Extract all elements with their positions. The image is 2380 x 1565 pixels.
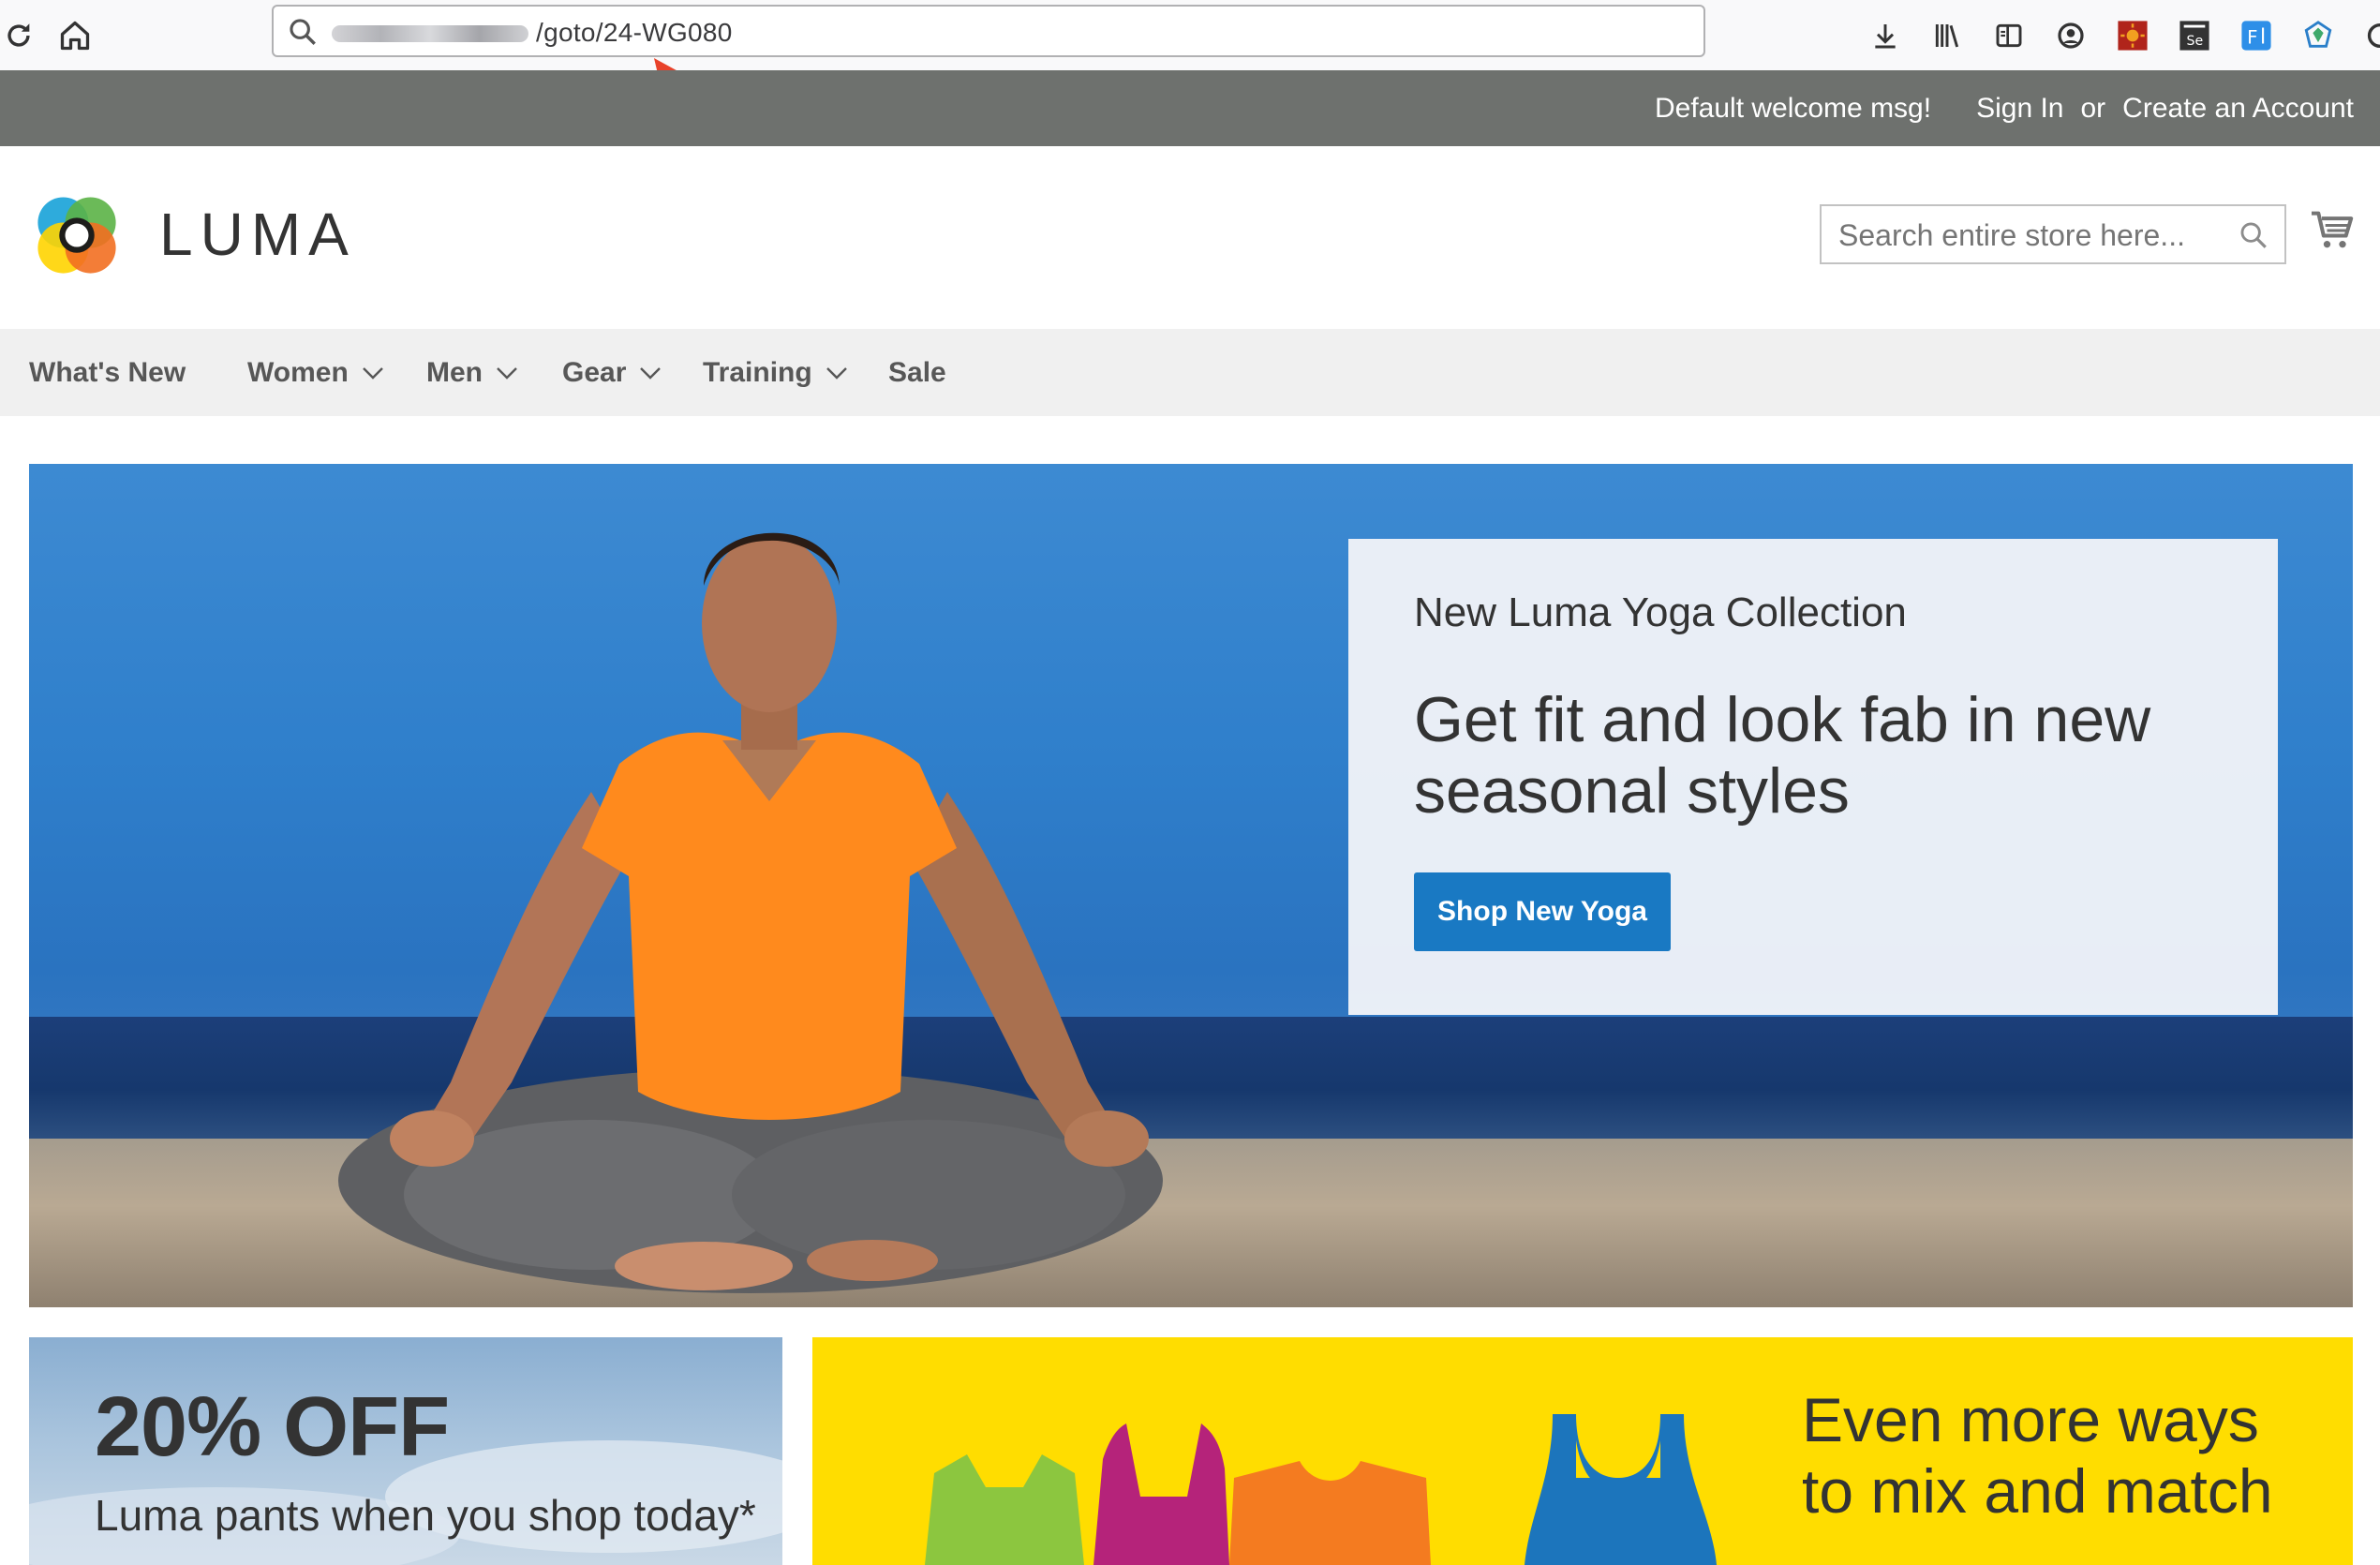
extension-sun-icon[interactable] [2114, 17, 2151, 54]
browser-toolbar: /goto/24-WG080 Se F [0, 0, 2380, 71]
redacted-domain [332, 25, 528, 42]
promo-tile-pants[interactable]: 20% OFF Luma pants when you shop today* [29, 1337, 782, 1565]
selenium-ide-icon[interactable]: Se [2176, 17, 2213, 54]
cart-icon [2312, 211, 2354, 248]
nav-item-training[interactable]: Training [703, 329, 848, 416]
home-icon [60, 21, 90, 51]
hero-promo-card: New Luma Yoga Collection Get fit and loo… [1348, 539, 2278, 1015]
promo-description: Luma pants when you shop today* [95, 1491, 756, 1540]
promo-discount: 20% OFF [95, 1380, 450, 1474]
home-button[interactable] [49, 9, 101, 62]
hero-banner[interactable]: New Luma Yoga Collection Get fit and loo… [29, 464, 2353, 1307]
search-icon [290, 19, 316, 45]
url-text: /goto/24-WG080 [536, 18, 733, 47]
chevron-down-icon [826, 366, 847, 380]
nav-item-sale[interactable]: Sale [888, 329, 946, 416]
account-icon[interactable] [2052, 17, 2090, 54]
search-icon[interactable] [2238, 219, 2269, 251]
store-search [1820, 204, 2286, 264]
nav-label: What's New [29, 356, 186, 388]
nav-label: Men [426, 356, 483, 388]
download-icon[interactable] [1867, 17, 1904, 54]
minicart-button[interactable] [2310, 210, 2355, 256]
welcome-message: Default welcome msg! [1654, 92, 1932, 124]
reload-button[interactable] [0, 9, 45, 62]
nav-label: Women [247, 356, 349, 388]
nav-label: Training [703, 356, 812, 388]
or-separator: or [2080, 92, 2106, 124]
store-header: LUMA [0, 146, 2380, 329]
nav-item-men[interactable]: Men [426, 329, 518, 416]
url-bar[interactable]: /goto/24-WG080 [272, 5, 1705, 57]
luma-logo-icon [37, 197, 116, 274]
search-input[interactable] [1837, 214, 2224, 257]
nav-item-gear[interactable]: Gear [562, 329, 662, 416]
promo-tile-mix-match[interactable]: Even more ways to mix and match [812, 1337, 2353, 1565]
nav-label: Sale [888, 356, 946, 388]
hero-subtitle: New Luma Yoga Collection [1414, 589, 1907, 635]
chevron-down-icon [497, 366, 517, 380]
tank-tops-illustration [925, 1414, 1717, 1565]
store-logo[interactable]: LUMA [28, 186, 356, 283]
chevron-down-icon [640, 366, 662, 380]
nav-item-whats-new[interactable]: What's New [29, 329, 186, 416]
extension-f-icon[interactable]: F [2238, 17, 2275, 54]
sign-in-link[interactable]: Sign In [1976, 93, 2063, 125]
panel-header: Default welcome msg! Sign In or Create a… [0, 70, 2380, 146]
hero-title: Get fit and look fab in new seasonal sty… [1414, 684, 2151, 827]
extension-shape-icon[interactable] [2299, 17, 2337, 54]
mix-match-headline: Even more ways to mix and match [1802, 1385, 2273, 1526]
nav-label: Gear [562, 356, 627, 388]
svg-text:Se: Se [2187, 34, 2204, 49]
nav-item-women[interactable]: Women [247, 329, 384, 416]
main-navigation: What's New Women Men Gear Training Sale [0, 329, 2380, 416]
create-account-link[interactable]: Create an Account [2122, 93, 2354, 125]
browser-toolbar-icons: Se F [1867, 7, 2380, 64]
shop-new-yoga-button[interactable]: Shop New Yoga [1414, 872, 1671, 951]
reload-icon [7, 23, 30, 47]
logo-text: LUMA [159, 201, 356, 268]
reader-view-icon[interactable] [1990, 17, 2028, 54]
yoga-model-image [338, 532, 1163, 1293]
overflow-icon[interactable] [2361, 17, 2380, 54]
library-icon[interactable] [1928, 17, 1966, 54]
chevron-down-icon [362, 366, 383, 380]
svg-text:F: F [2247, 27, 2257, 49]
